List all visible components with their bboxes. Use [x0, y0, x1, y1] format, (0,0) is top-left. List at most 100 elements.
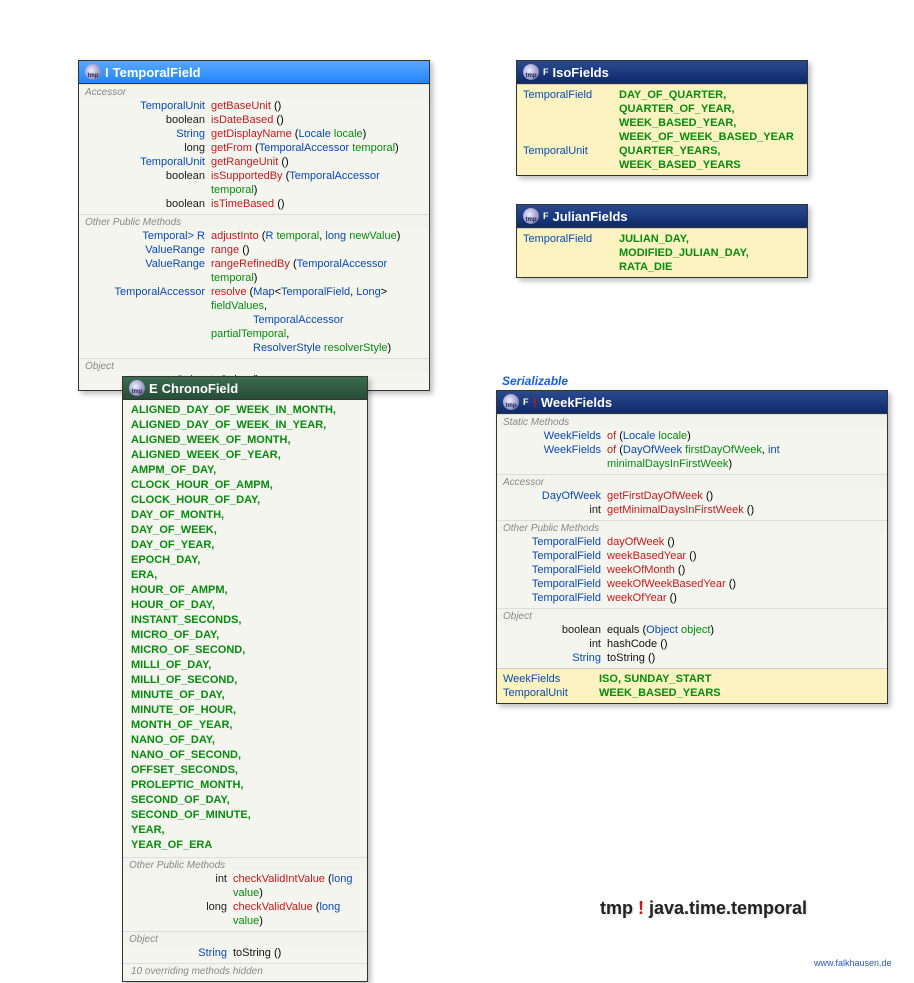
method-signature: rangeRefinedBy (TemporalAccessor tempora… [211, 257, 423, 285]
method-row: booleanisSupportedBy (TemporalAccessor t… [85, 169, 423, 197]
final-marker: F [543, 67, 549, 77]
enum-constants: ALIGNED_DAY_OF_WEEK_IN_MONTH,ALIGNED_DAY… [123, 400, 367, 857]
static-fields: TemporalFieldDAY_OF_QUARTER,QUARTER_OF_Y… [517, 84, 807, 175]
enum-constant: DAY_OF_YEAR, [131, 538, 359, 553]
static-constants: WeekFieldsISO, SUNDAY_STARTTemporalUnitW… [497, 668, 887, 703]
static-field-row: WEEK_OF_WEEK_BASED_YEAR [523, 130, 801, 144]
method-row: ResolverStyle resolverStyle) [85, 341, 423, 355]
method-row: TemporalFielddayOfWeek () [503, 535, 881, 549]
method-signature: isSupportedBy (TemporalAccessor temporal… [211, 169, 423, 197]
method-signature: of (Locale locale) [607, 429, 881, 443]
return-type: boolean [503, 623, 601, 637]
method-signature: TemporalAccessor partialTemporal, [211, 313, 423, 341]
enum-constant: SECOND_OF_DAY, [131, 793, 359, 808]
class-title-bar: tmp F ! WeekFields [497, 391, 887, 414]
credit-link[interactable]: www.falkhausen.de [814, 958, 892, 968]
method-signature: getFirstDayOfWeek () [607, 489, 881, 503]
method-signature: toString () [607, 651, 881, 665]
method-row: int getMinimalDaysInFirstWeek () [503, 503, 881, 517]
class-title: IsoFields [553, 65, 609, 80]
class-body: ALIGNED_DAY_OF_WEEK_IN_MONTH,ALIGNED_DAY… [123, 400, 367, 981]
method-signature: getDisplayName (Locale locale) [211, 127, 423, 141]
method-row: WeekFieldsof (DayOfWeek firstDayOfWeek, … [503, 443, 881, 471]
method-signature: checkValidIntValue (long value) [233, 872, 361, 900]
section-label: Accessor [497, 474, 887, 488]
class-title: JulianFields [553, 209, 628, 224]
method-row: booleanisTimeBased () [85, 197, 423, 211]
method-row: boolean isDateBased () [85, 113, 423, 127]
return-type: String [503, 651, 601, 665]
enum-constant: MICRO_OF_SECOND, [131, 643, 359, 658]
final-marker: F [543, 211, 549, 221]
method-signature: resolve (Map<TemporalField, Long> fieldV… [211, 285, 423, 313]
return-type: int [503, 503, 601, 517]
method-signature: isDateBased () [211, 113, 423, 127]
method-signature: weekBasedYear () [607, 549, 881, 563]
return-type [85, 341, 205, 355]
method-signature: equals (Object object) [607, 623, 881, 637]
section-label: Other Public Methods [123, 857, 367, 871]
static-field-row: WeekFieldsISO, SUNDAY_START [503, 672, 881, 686]
method-row: longgetFrom (TemporalAccessor temporal) [85, 141, 423, 155]
tmp-icon: tmp [85, 64, 101, 80]
method-signature: checkValidValue (long value) [233, 900, 361, 928]
tmp-icon: tmp [129, 380, 145, 396]
tmp-icon: tmp [523, 208, 539, 224]
method-signature: isTimeBased () [211, 197, 423, 211]
enum-constant: YEAR, [131, 823, 359, 838]
enum-constant: DAY_OF_MONTH, [131, 508, 359, 523]
exclaim-marker: ! [533, 395, 537, 410]
return-type: int [503, 637, 601, 651]
enum-constant: MINUTE_OF_DAY, [131, 688, 359, 703]
static-fields: TemporalFieldJULIAN_DAY,MODIFIED_JULIAN_… [517, 228, 807, 277]
enum-constant: EPOCH_DAY, [131, 553, 359, 568]
method-row: TemporalFieldweekOfWeekBasedYear () [503, 577, 881, 591]
enum-constant: ERA, [131, 568, 359, 583]
package-label: tmp ! java.time.temporal [600, 898, 807, 919]
static-field-row: TemporalFieldDAY_OF_QUARTER, [523, 88, 801, 102]
enum-constant: PROLEPTIC_MONTH, [131, 778, 359, 793]
return-type: TemporalField [503, 535, 601, 549]
return-type: TemporalField [503, 591, 601, 605]
section-label: Accessor [79, 84, 429, 98]
method-signature: adjustInto (R temporal, long newValue) [211, 229, 423, 243]
static-field-row: TemporalUnitQUARTER_YEARS, [523, 144, 801, 158]
method-signature: getMinimalDaysInFirstWeek () [607, 503, 881, 517]
method-row: TemporalAccessor partialTemporal, [85, 313, 423, 341]
enum-constant: MILLI_OF_DAY, [131, 658, 359, 673]
static-field-row: QUARTER_OF_YEAR, [523, 102, 801, 116]
method-signature: weekOfYear () [607, 591, 881, 605]
enum-constant: NANO_OF_SECOND, [131, 748, 359, 763]
method-row: DayOfWeek getFirstDayOfWeek () [503, 489, 881, 503]
enum-constant: INSTANT_SECONDS, [131, 613, 359, 628]
enum-constant: ALIGNED_WEEK_OF_YEAR, [131, 448, 359, 463]
enum-constant: CLOCK_HOUR_OF_DAY, [131, 493, 359, 508]
class-chrono-field: tmp E ChronoField ALIGNED_DAY_OF_WEEK_IN… [122, 376, 368, 982]
enum-marker: E [149, 381, 158, 396]
class-iso-fields: tmp F IsoFields TemporalFieldDAY_OF_QUAR… [516, 60, 808, 176]
method-signature: hashCode () [607, 637, 881, 651]
enum-constant: ALIGNED_DAY_OF_WEEK_IN_MONTH, [131, 403, 359, 418]
return-type: ValueRange [85, 257, 205, 285]
return-type: WeekFields [503, 429, 601, 443]
final-marker: F [523, 397, 529, 407]
section-label: Object [497, 608, 887, 622]
enum-constant: NANO_OF_DAY, [131, 733, 359, 748]
method-row: String toString () [503, 651, 881, 665]
enum-constant: YEAR_OF_ERA [131, 838, 359, 853]
method-row: intcheckValidIntValue (long value) [129, 872, 361, 900]
static-field-row: WEEK_BASED_YEARS [523, 158, 801, 172]
return-type: boolean [85, 113, 205, 127]
method-row: TemporalFieldweekBasedYear () [503, 549, 881, 563]
method-signature: of (DayOfWeek firstDayOfWeek, int minima… [607, 443, 881, 471]
return-type: TemporalUnit [85, 155, 205, 169]
tmp-icon: tmp [600, 898, 633, 919]
return-type: Temporal> R [85, 229, 205, 243]
enum-constant: MILLI_OF_SECOND, [131, 673, 359, 688]
method-row: TemporalUnitgetRangeUnit () [85, 155, 423, 169]
section-label: Other Public Methods [79, 214, 429, 228]
class-title: ChronoField [162, 381, 239, 396]
method-row: StringgetDisplayName (Locale locale) [85, 127, 423, 141]
return-type: DayOfWeek [503, 489, 601, 503]
method-row: ValueRangerange () [85, 243, 423, 257]
